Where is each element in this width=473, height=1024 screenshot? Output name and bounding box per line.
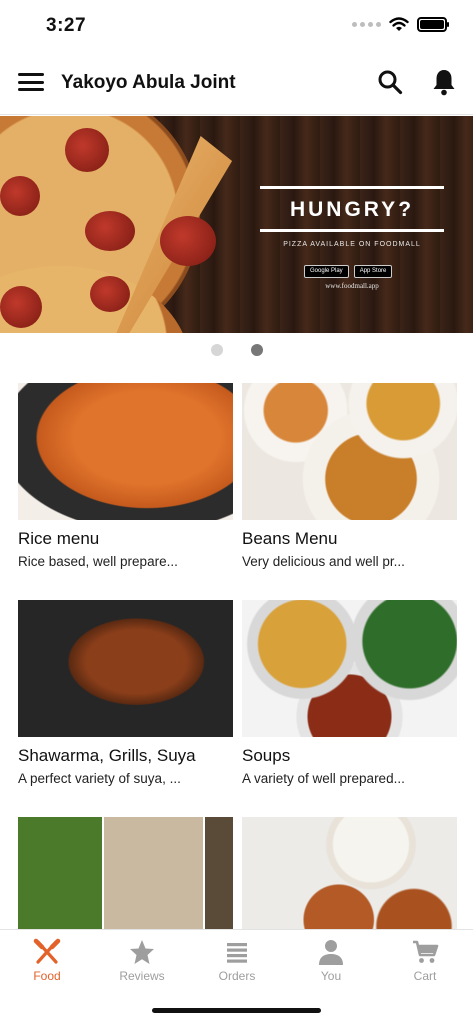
battery-icon [417, 17, 449, 32]
pepperoni-decoration [85, 211, 135, 251]
pepperoni-decoration [90, 276, 130, 312]
wifi-icon [389, 17, 409, 31]
grills-menu-image [18, 600, 233, 737]
tab-cart[interactable]: Cart [380, 938, 470, 983]
cellular-signal-icon [352, 22, 381, 27]
banner-rule-top [260, 186, 444, 189]
store-buttons: Google Play App Store [304, 265, 393, 278]
tab-orders[interactable]: Orders [192, 938, 282, 983]
beans-menu-image [242, 383, 457, 520]
tab-label: Orders [218, 969, 256, 983]
tab-label: Reviews [119, 969, 165, 983]
menu-card-grills[interactable]: Shawarma, Grills, Suya A perfect variety… [18, 600, 233, 786]
pepperoni-decoration [65, 128, 109, 172]
menu-card-description: Rice based, well prepare... [18, 554, 178, 569]
tab-label: You [320, 969, 342, 983]
list-icon [227, 943, 247, 963]
status-time: 3:27 [46, 15, 87, 36]
carousel-indicator [0, 344, 473, 356]
search-button[interactable] [377, 69, 403, 95]
menu-card-title: Rice menu [18, 529, 100, 548]
menu-card-description: A variety of well prepared... [242, 771, 405, 786]
menu-card-rice[interactable]: Rice menu Rice based, well prepare... [18, 383, 233, 569]
app-store-badge: App Store [353, 265, 393, 278]
carousel-dot-2[interactable] [250, 344, 263, 356]
menu-card-title: Shawarma, Grills, Suya [18, 746, 196, 765]
star-icon [130, 940, 154, 964]
bell-icon [433, 70, 455, 96]
menu-card-title: Soups [242, 746, 291, 765]
hamburger-menu-button[interactable] [18, 71, 44, 93]
carousel-dot-1[interactable] [210, 344, 223, 356]
menu-card-soups[interactable]: Soups A variety of well prepared... [242, 600, 457, 786]
banner-url: www.foodmall.app [325, 282, 379, 290]
promo-banner[interactable]: HUNGRY? PIZZA AVAILABLE ON FOODMALL Goog… [0, 116, 473, 333]
menu-card-title: Beans Menu [242, 529, 338, 548]
tab-label: Cart [413, 969, 437, 983]
tab-you[interactable]: You [286, 938, 376, 983]
pepperoni-decoration [0, 176, 40, 216]
cart-icon [413, 940, 439, 963]
status-bar: 3:27 [0, 0, 473, 52]
banner-rule-bottom [260, 229, 444, 232]
banner-headline: HUNGRY? [289, 198, 415, 221]
home-indicator [152, 1008, 321, 1013]
google-play-badge: Google Play [304, 265, 349, 278]
tab-reviews[interactable]: Reviews [97, 938, 187, 983]
person-icon [319, 940, 343, 965]
menu-card-description: Very delicious and well pr... [242, 554, 405, 569]
page-title: Yakoyo Abula Joint [61, 72, 236, 93]
rice-menu-image [18, 383, 233, 520]
fork-knife-icon [33, 938, 61, 964]
pepperoni-decoration [160, 216, 216, 266]
soups-menu-image [242, 600, 457, 737]
app-bar: Yakoyo Abula Joint [0, 52, 473, 115]
pepperoni-decoration [0, 286, 42, 328]
banner-subtitle: PIZZA AVAILABLE ON FOODMALL [283, 241, 421, 248]
status-icons [352, 17, 449, 32]
menu-card-beans[interactable]: Beans Menu Very delicious and well pr... [242, 383, 457, 569]
tab-label: Food [33, 969, 61, 983]
tab-food[interactable]: Food [2, 938, 92, 983]
notifications-button[interactable] [431, 68, 457, 96]
menu-card-description: A perfect variety of suya, ... [18, 771, 181, 786]
search-icon [378, 70, 403, 95]
